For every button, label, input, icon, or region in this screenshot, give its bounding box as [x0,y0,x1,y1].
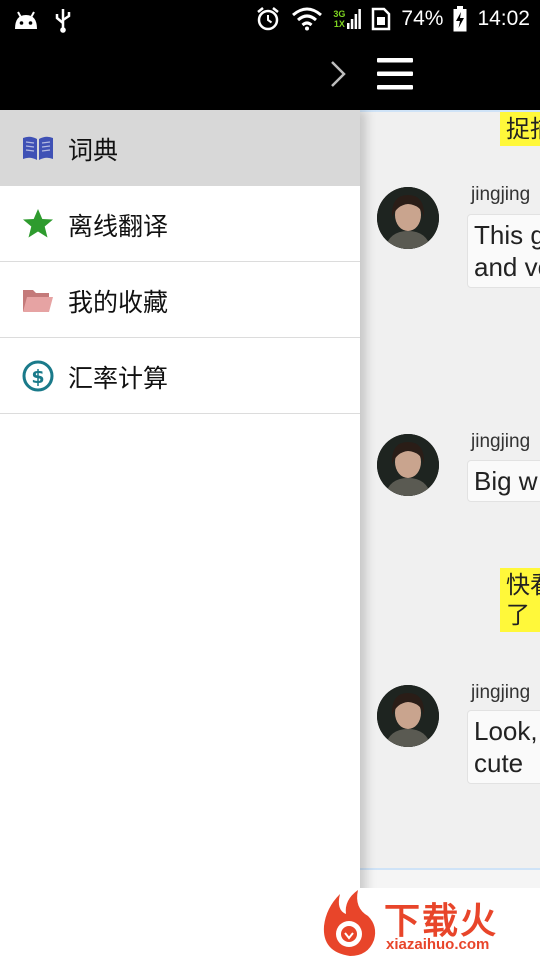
self-message-bubble[interactable]: 捉捕 [500,112,540,146]
sim-card-icon [372,7,391,31]
drawer-item-favorites[interactable]: 我的收藏 [0,262,360,338]
menu-icon[interactable] [376,56,414,92]
battery-charging-icon [453,6,467,32]
navigation-drawer: 词典 离线翻译 我的收藏 $ 汇率计算 [0,110,360,960]
message-bubble[interactable]: Look, cute [467,710,540,784]
drawer-item-dictionary[interactable]: 词典 [0,110,360,186]
message-text: This g [474,220,540,250]
drawer-item-label: 离线翻译 [68,212,169,241]
network-1x-label: 1X [333,19,345,29]
drawer-item-label: 词典 [68,136,119,165]
avatar[interactable] [377,434,439,496]
wifi-icon [292,7,323,31]
app-bar [0,38,540,110]
message-text: 了 [506,601,530,629]
message-text: 快看 [506,571,540,599]
username-label: jingjing [471,431,531,452]
usb-icon [55,9,71,33]
message-bubble[interactable]: This g and vo [467,214,540,288]
drawer-item-label: 我的收藏 [68,288,169,317]
flame-logo-icon [323,890,376,956]
message-text: cute [474,748,524,778]
message-text: and vo [474,252,540,282]
status-bar: 3G 1X 74% 14:02 [0,0,540,38]
message-text: 捉捕 [506,115,540,143]
username-label: jingjing [471,682,531,703]
book-icon [23,136,53,160]
battery-percent: 74% [401,7,444,30]
chevron-right-icon[interactable] [326,56,350,92]
android-icon [15,11,37,29]
watermark-logo: 下载火 xiazaihuo.com [318,888,540,960]
drawer-item-label: 汇率计算 [68,364,169,393]
svg-text:$: $ [31,366,44,388]
watermark-site: xiazaihuo.com [386,936,490,953]
alarm-icon [257,7,280,31]
signal-icon [347,9,362,29]
message-bubble[interactable]: Big w [467,460,540,502]
drawer-item-currency[interactable]: $ 汇率计算 [0,338,360,414]
star-icon [23,209,53,238]
message-text: Look, [474,716,538,746]
avatar[interactable] [377,187,439,249]
network-3g-label: 3G [333,9,346,19]
folder-icon [23,290,53,312]
network-indicator: 3G 1X [333,9,362,29]
message-text: Big w [474,466,538,496]
dollar-icon: $ [22,360,54,392]
drawer-item-offline-translate[interactable]: 离线翻译 [0,186,360,262]
self-message-bubble[interactable]: 快看 了 [500,568,540,632]
avatar[interactable] [377,685,439,747]
username-label: jingjing [471,184,531,205]
chat-panel: 捉捕 jingjing This g and vo jingjing Big w… [360,110,540,960]
clock: 14:02 [477,7,530,30]
